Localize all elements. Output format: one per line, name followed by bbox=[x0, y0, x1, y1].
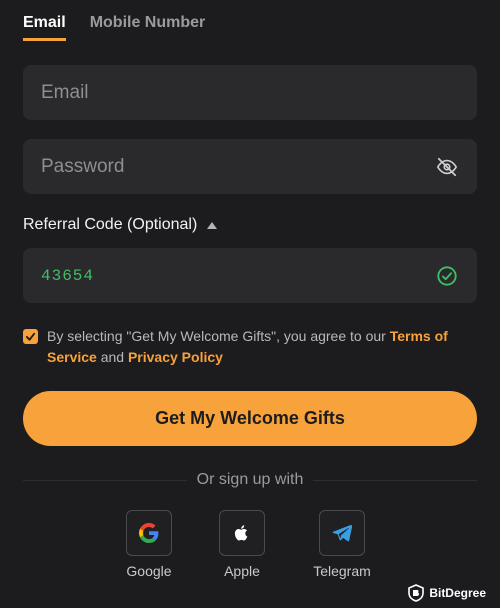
telegram-signup[interactable]: Telegram bbox=[302, 510, 382, 579]
apple-signup[interactable]: Apple bbox=[202, 510, 282, 579]
referral-field-container: 43654 bbox=[23, 248, 477, 303]
referral-label: Referral Code (Optional) bbox=[23, 216, 198, 233]
tab-mobile-number[interactable]: Mobile Number bbox=[90, 14, 206, 41]
divider-left bbox=[23, 479, 187, 481]
password-field-container bbox=[23, 139, 477, 194]
agreement-conjunction: and bbox=[96, 349, 128, 365]
watermark-text: BitDegree bbox=[429, 586, 486, 600]
caret-up-icon bbox=[207, 221, 218, 229]
google-icon bbox=[139, 523, 159, 543]
agree-checkbox[interactable] bbox=[23, 329, 38, 344]
social-divider: Or sign up with bbox=[23, 470, 477, 490]
divider-right bbox=[313, 479, 477, 481]
agreement-prefix: By selecting "Get My Welcome Gifts", you… bbox=[47, 328, 390, 344]
google-button[interactable] bbox=[126, 510, 172, 556]
apple-icon bbox=[234, 525, 248, 541]
or-sign-up-text: Or sign up with bbox=[196, 471, 304, 488]
telegram-button[interactable] bbox=[319, 510, 365, 556]
email-field[interactable] bbox=[41, 81, 459, 104]
google-signup[interactable]: Google bbox=[109, 510, 189, 579]
referral-code-input[interactable]: 43654 bbox=[41, 267, 435, 285]
google-label: Google bbox=[126, 563, 172, 579]
bitdegree-watermark: BitDegree bbox=[408, 584, 486, 602]
apple-button[interactable] bbox=[219, 510, 265, 556]
eye-slash-icon[interactable] bbox=[435, 155, 459, 179]
agreement-text: By selecting "Get My Welcome Gifts", you… bbox=[47, 326, 478, 368]
bitdegree-logo-icon bbox=[408, 584, 425, 602]
email-field-container bbox=[23, 65, 477, 120]
tab-email[interactable]: Email bbox=[23, 14, 66, 41]
signup-tabs: Email Mobile Number bbox=[23, 14, 205, 41]
telegram-label: Telegram bbox=[313, 563, 371, 579]
privacy-policy-link[interactable]: Privacy Policy bbox=[128, 349, 223, 365]
terms-agreement: By selecting "Get My Welcome Gifts", you… bbox=[23, 326, 478, 368]
telegram-icon bbox=[332, 524, 352, 542]
referral-toggle[interactable]: Referral Code (Optional) bbox=[23, 216, 218, 234]
password-field[interactable] bbox=[41, 155, 435, 178]
apple-label: Apple bbox=[224, 563, 260, 579]
check-circle-icon bbox=[435, 264, 459, 288]
get-welcome-gifts-button[interactable]: Get My Welcome Gifts bbox=[23, 391, 477, 446]
